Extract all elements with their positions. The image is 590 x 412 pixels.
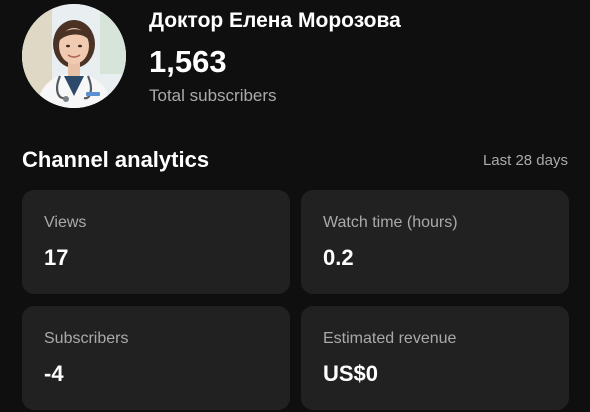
metric-card-revenue[interactable]: Estimated revenue US$0 xyxy=(301,306,569,410)
channel-info: Доктор Елена Морозова 1,563 Total subscr… xyxy=(149,4,401,107)
subscriber-count: 1,563 xyxy=(149,44,227,79)
doctor-portrait-icon xyxy=(22,4,126,108)
metric-card-views[interactable]: Views 17 xyxy=(22,190,290,294)
metric-label: Estimated revenue xyxy=(323,330,457,347)
metric-card-watch-time[interactable]: Watch time (hours) 0.2 xyxy=(301,190,569,294)
metric-value: 17 xyxy=(44,245,69,270)
metric-card-subscribers[interactable]: Subscribers -4 xyxy=(22,306,290,410)
analytics-title: Channel analytics xyxy=(22,147,210,172)
metric-label: Views xyxy=(44,214,87,231)
subscriber-label: Total subscribers xyxy=(149,86,277,105)
metric-value: 0.2 xyxy=(323,245,354,270)
period-selector[interactable]: Last 28 days xyxy=(483,151,568,171)
metric-label: Watch time (hours) xyxy=(323,214,458,231)
metric-value: -4 xyxy=(44,361,64,386)
metric-value: US$0 xyxy=(323,361,379,386)
avatar[interactable] xyxy=(22,4,126,108)
channel-header: Доктор Елена Морозова 1,563 Total subscr… xyxy=(22,4,401,108)
channel-name[interactable]: Доктор Елена Морозова xyxy=(149,8,401,34)
channel-dashboard: Доктор Елена Морозова 1,563 Total subscr… xyxy=(0,0,590,412)
metric-label: Subscribers xyxy=(44,330,129,347)
